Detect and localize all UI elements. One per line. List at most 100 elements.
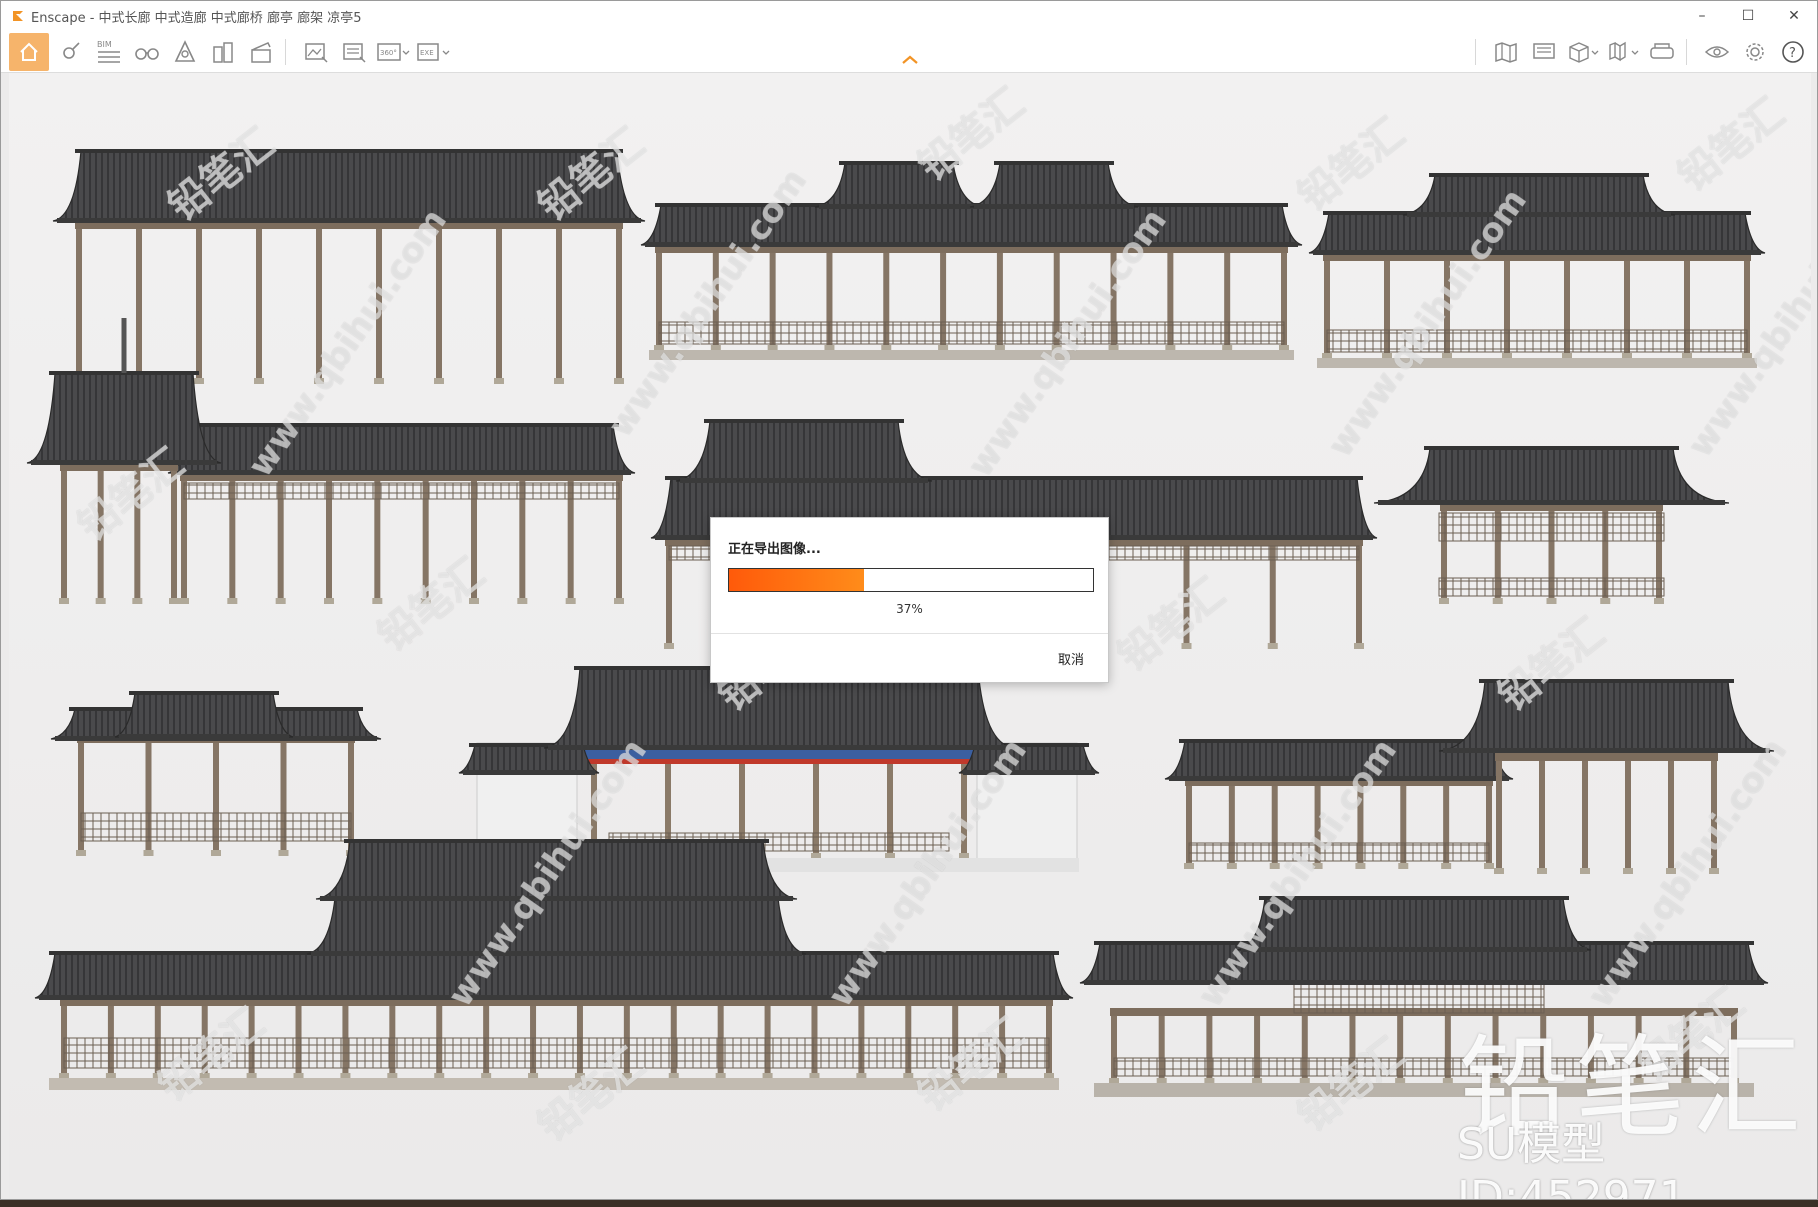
railing (80, 812, 352, 842)
pavilion-corridor-4 (26, 318, 636, 604)
column (97, 463, 104, 603)
batch-render-button[interactable] (338, 36, 370, 68)
column (376, 221, 382, 383)
column (134, 463, 141, 603)
roof (1402, 174, 1676, 216)
panorama-button[interactable]: 360° (376, 36, 410, 68)
book-icon (1609, 41, 1639, 62)
binoculars-icon (135, 47, 159, 60)
pin-icon (63, 41, 80, 59)
roof (315, 840, 798, 900)
home-button[interactable] (9, 32, 49, 71)
enscape-logo-icon (13, 11, 23, 21)
column (256, 221, 262, 383)
box-button[interactable] (1566, 36, 1600, 68)
corridor-hall-10 (34, 839, 1074, 1090)
column (1582, 753, 1588, 873)
corridor-long-1 (52, 149, 646, 384)
roof (1308, 212, 1766, 254)
asset-library-button[interactable] (55, 36, 87, 68)
svg-text:?: ? (1789, 46, 1796, 61)
railing (1326, 329, 1748, 353)
svg-text:360°: 360° (380, 49, 397, 57)
box-icon (1569, 42, 1599, 63)
export-progress-dialog: 正在导出图像... 37% 取消 (710, 517, 1109, 683)
platform (649, 350, 1294, 360)
column (1668, 753, 1674, 873)
screenshot-button[interactable] (300, 36, 332, 68)
watermark-model-id: SU模型ID:452971 (1457, 1119, 1687, 1199)
toolbar-separator (1475, 39, 1476, 65)
column (556, 221, 562, 383)
column (436, 221, 442, 383)
map-icon (1495, 42, 1517, 63)
roof (675, 420, 933, 482)
atmosphere-button[interactable] (169, 36, 201, 68)
corridor-double-2 (640, 161, 1303, 360)
collapse-toolbar-chevron-icon[interactable] (899, 53, 921, 67)
monitor-button[interactable] (1528, 36, 1560, 68)
roof (167, 424, 636, 474)
roof (52, 150, 646, 222)
home-icon (20, 42, 38, 61)
buildings-icon (213, 41, 233, 63)
close-button[interactable]: ✕ (1771, 1, 1817, 31)
roof (1236, 897, 1592, 951)
export-progress-bar (728, 568, 1094, 592)
cancel-button[interactable]: 取消 (1058, 649, 1084, 668)
exe-export-button[interactable]: EXE (416, 36, 450, 68)
book-button[interactable] (1606, 36, 1640, 68)
video-button[interactable] (245, 36, 277, 68)
platform (49, 1078, 1059, 1090)
roof (306, 897, 807, 955)
pavilion-6 (1373, 446, 1730, 604)
column (196, 221, 202, 383)
column (1496, 753, 1502, 873)
svg-text:BIM: BIM (97, 40, 112, 49)
settings-button[interactable] (1739, 36, 1771, 68)
column (616, 221, 622, 383)
dialog-divider (711, 633, 1108, 634)
railing (1188, 842, 1490, 862)
maximize-button[interactable]: ☐ (1725, 1, 1771, 31)
gear-icon (1746, 43, 1764, 61)
bim-button[interactable]: BIM (93, 36, 125, 68)
column (136, 221, 142, 383)
desktop-background (0, 1200, 1818, 1207)
eye-icon (1704, 46, 1730, 58)
column (316, 221, 322, 383)
toolbar-separator (285, 38, 286, 65)
roof (814, 162, 984, 208)
roof (640, 204, 1303, 246)
title-bar: Enscape - 中式长廊 中式造廊 中式廊桥 廊亭 廊架 凉亭5 – ☐ ✕ (1, 1, 1817, 31)
bim-icon: BIM (97, 40, 120, 63)
corridor-pavilion-9 (1164, 679, 1775, 874)
svg-text:EXE: EXE (420, 49, 434, 57)
help-button[interactable]: ? (1777, 36, 1809, 68)
collaboration-button[interactable] (207, 36, 239, 68)
progress-fill (729, 569, 864, 591)
roof (34, 952, 1074, 999)
enscape-window: Enscape - 中式长廊 中式造廊 中式廊桥 廊亭 廊架 凉亭5 – ☐ ✕… (0, 0, 1818, 1200)
platform (1317, 358, 1757, 368)
minimize-button[interactable]: – (1679, 1, 1725, 31)
vr-button[interactable] (1646, 36, 1678, 68)
progress-percent-label: 37% (896, 602, 923, 616)
toolbar-separator (1686, 39, 1687, 65)
roof (969, 162, 1139, 208)
corridor-gate-3 (1308, 173, 1766, 368)
column (1711, 753, 1717, 873)
column (171, 463, 177, 603)
map-button[interactable] (1490, 36, 1522, 68)
window-title: Enscape - 中式长廊 中式造廊 中式廊桥 廊亭 廊架 凉亭5 (31, 10, 362, 26)
roof (1438, 680, 1775, 752)
roof (114, 692, 294, 738)
vr-icon (1650, 43, 1674, 59)
monitor-icon (1533, 43, 1555, 59)
visibility-button[interactable] (1701, 36, 1733, 68)
column (496, 221, 502, 383)
panorama-icon: 360° (377, 42, 410, 61)
railing (63, 1037, 1050, 1069)
roof (1373, 447, 1730, 504)
views-button[interactable] (131, 36, 163, 68)
